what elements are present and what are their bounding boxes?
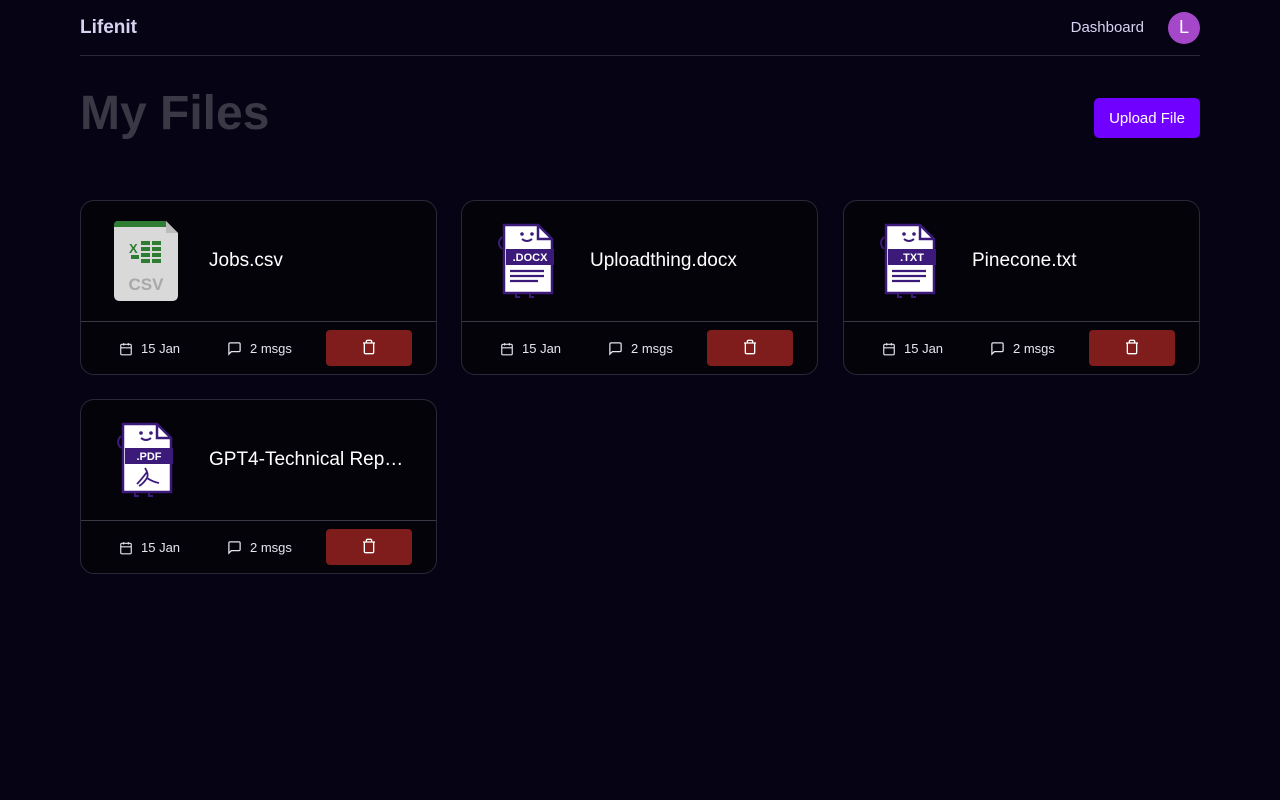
file-card[interactable]: .DOCX Uploadthing.docx 15 Jan 2 msgs: [461, 200, 818, 375]
calendar-icon: [119, 541, 133, 555]
file-name[interactable]: Uploadthing.docx: [590, 250, 737, 272]
message-square-icon: [227, 540, 242, 555]
file-messages: 2 msgs: [227, 540, 292, 555]
file-date-text: 15 Jan: [141, 540, 181, 555]
file-name[interactable]: GPT4-Technical Report.pdf: [209, 449, 409, 471]
pdf-file-icon: .PDF: [113, 419, 179, 501]
file-date-text: 15 Jan: [522, 341, 562, 356]
file-card-header[interactable]: .DOCX Uploadthing.docx: [462, 201, 817, 322]
file-date-text: 15 Jan: [141, 341, 181, 356]
file-card-footer: 15 Jan 2 msgs: [844, 322, 1199, 374]
file-card-footer: 15 Jan 2 msgs: [81, 322, 436, 374]
file-card[interactable]: .PDF GPT4-Technical Report.pdf 15 Jan 2 …: [80, 399, 437, 574]
message-square-icon: [608, 341, 623, 356]
docx-file-icon: .DOCX: [494, 220, 560, 302]
file-type-label: .DOCX: [513, 252, 549, 264]
svg-text:CSV: CSV: [129, 275, 165, 294]
delete-file-button[interactable]: [707, 330, 793, 366]
file-messages: 2 msgs: [990, 341, 1055, 356]
app-logo[interactable]: Lifenit: [80, 17, 137, 39]
file-date: 15 Jan: [500, 341, 561, 356]
calendar-icon: [882, 342, 896, 356]
file-messages: 2 msgs: [608, 341, 673, 356]
page-title: My Files: [80, 87, 270, 140]
calendar-icon: [500, 342, 514, 356]
file-card-header[interactable]: X CSV Jobs.csv: [81, 201, 436, 322]
file-card-footer: 15 Jan 2 msgs: [81, 521, 436, 573]
file-card[interactable]: X CSV Jobs.csv 15 Jan 2 msgs: [80, 200, 437, 375]
file-messages: 2 msgs: [227, 341, 292, 356]
file-name[interactable]: Pinecone.txt: [972, 250, 1077, 272]
calendar-icon: [119, 342, 133, 356]
file-messages-text: 2 msgs: [1013, 341, 1055, 356]
file-card-footer: 15 Jan 2 msgs: [462, 322, 817, 374]
txt-file-icon: .TXT: [876, 220, 942, 302]
top-navbar: Lifenit Dashboard L: [80, 0, 1200, 56]
message-square-icon: [227, 341, 242, 356]
file-date: 15 Jan: [119, 540, 180, 555]
dashboard-link[interactable]: Dashboard: [1071, 19, 1144, 36]
file-card[interactable]: .TXT Pinecone.txt 15 Jan 2 msgs: [843, 200, 1200, 375]
svg-text:X: X: [129, 241, 138, 256]
delete-file-button[interactable]: [326, 529, 412, 565]
trash-icon: [742, 339, 758, 358]
file-date: 15 Jan: [882, 341, 943, 356]
upload-file-button[interactable]: Upload File: [1094, 98, 1200, 138]
file-date-text: 15 Jan: [904, 341, 944, 356]
trash-icon: [361, 538, 377, 557]
delete-file-button[interactable]: [1089, 330, 1175, 366]
message-square-icon: [990, 341, 1005, 356]
csv-file-icon: X CSV: [113, 220, 179, 302]
trash-icon: [361, 339, 377, 358]
trash-icon: [1124, 339, 1140, 358]
nav-right: Dashboard L: [1071, 11, 1200, 44]
file-date: 15 Jan: [119, 341, 180, 356]
user-avatar[interactable]: L: [1168, 11, 1200, 44]
file-type-label: .PDF: [136, 451, 161, 463]
delete-file-button[interactable]: [326, 330, 412, 366]
file-messages-text: 2 msgs: [250, 540, 292, 555]
file-messages-text: 2 msgs: [250, 341, 292, 356]
file-name[interactable]: Jobs.csv: [209, 250, 283, 272]
file-card-header[interactable]: .TXT Pinecone.txt: [844, 201, 1199, 322]
file-card-header[interactable]: .PDF GPT4-Technical Report.pdf: [81, 400, 436, 521]
file-type-label: .TXT: [900, 252, 924, 264]
file-messages-text: 2 msgs: [631, 341, 673, 356]
